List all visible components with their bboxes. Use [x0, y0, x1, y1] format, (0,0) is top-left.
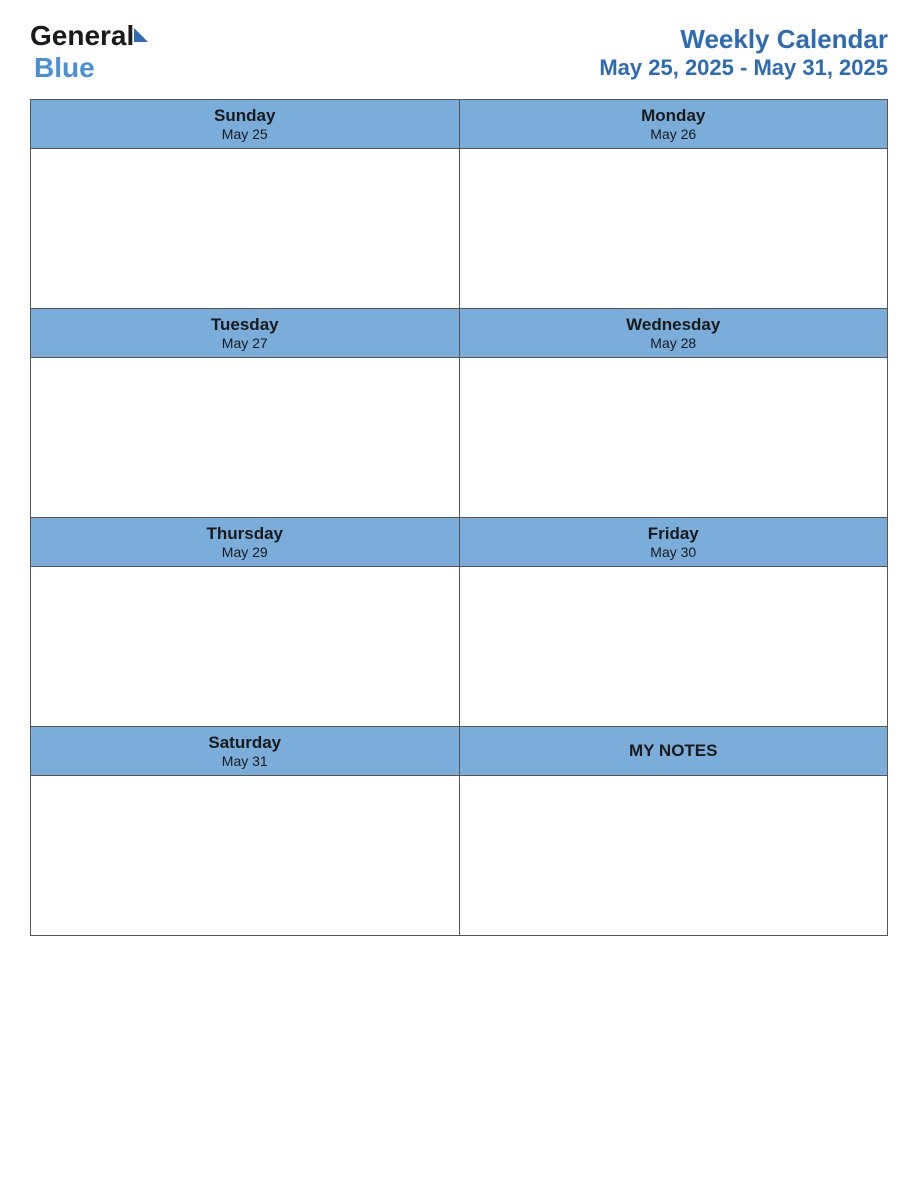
monday-content[interactable] — [459, 149, 888, 309]
notes-header: MY NOTES — [459, 727, 888, 776]
row-tue-wed-content — [31, 358, 888, 518]
row-sat-notes-header: Saturday May 31 MY NOTES — [31, 727, 888, 776]
tuesday-date: May 27 — [35, 335, 455, 351]
notes-content[interactable] — [459, 776, 888, 936]
wednesday-date: May 28 — [464, 335, 884, 351]
tuesday-header: Tuesday May 27 — [31, 309, 460, 358]
logo-blue-text: Blue — [34, 52, 95, 84]
logo: General Blue — [30, 20, 148, 84]
tuesday-content[interactable] — [31, 358, 460, 518]
sunday-date: May 25 — [35, 126, 455, 142]
tuesday-name: Tuesday — [35, 315, 455, 335]
friday-date: May 30 — [464, 544, 884, 560]
logo-general-text: General — [30, 20, 134, 52]
logo-triangle-icon — [134, 28, 148, 42]
row-tue-wed-header: Tuesday May 27 Wednesday May 28 — [31, 309, 888, 358]
calendar-title-line1: Weekly Calendar — [599, 24, 888, 55]
page-header: General Blue Weekly Calendar May 25, 202… — [30, 20, 888, 84]
thursday-content[interactable] — [31, 567, 460, 727]
calendar-table: Sunday May 25 Monday May 26 Tuesday May … — [30, 99, 888, 936]
sunday-name: Sunday — [35, 106, 455, 126]
monday-date: May 26 — [464, 126, 884, 142]
row-sat-notes-content — [31, 776, 888, 936]
saturday-header: Saturday May 31 — [31, 727, 460, 776]
monday-header: Monday May 26 — [459, 100, 888, 149]
wednesday-content[interactable] — [459, 358, 888, 518]
wednesday-header: Wednesday May 28 — [459, 309, 888, 358]
friday-name: Friday — [464, 524, 884, 544]
saturday-date: May 31 — [35, 753, 455, 769]
friday-header: Friday May 30 — [459, 518, 888, 567]
row-thu-fri-header: Thursday May 29 Friday May 30 — [31, 518, 888, 567]
calendar-title-line2: May 25, 2025 - May 31, 2025 — [599, 55, 888, 81]
wednesday-name: Wednesday — [464, 315, 884, 335]
row-thu-fri-content — [31, 567, 888, 727]
row-sun-mon-content — [31, 149, 888, 309]
saturday-name: Saturday — [35, 733, 455, 753]
monday-name: Monday — [464, 106, 884, 126]
row-sun-mon-header: Sunday May 25 Monday May 26 — [31, 100, 888, 149]
friday-content[interactable] — [459, 567, 888, 727]
sunday-header: Sunday May 25 — [31, 100, 460, 149]
sunday-content[interactable] — [31, 149, 460, 309]
thursday-date: May 29 — [35, 544, 455, 560]
saturday-content[interactable] — [31, 776, 460, 936]
thursday-name: Thursday — [35, 524, 455, 544]
thursday-header: Thursday May 29 — [31, 518, 460, 567]
calendar-title: Weekly Calendar May 25, 2025 - May 31, 2… — [599, 24, 888, 81]
notes-label: MY NOTES — [464, 741, 884, 761]
